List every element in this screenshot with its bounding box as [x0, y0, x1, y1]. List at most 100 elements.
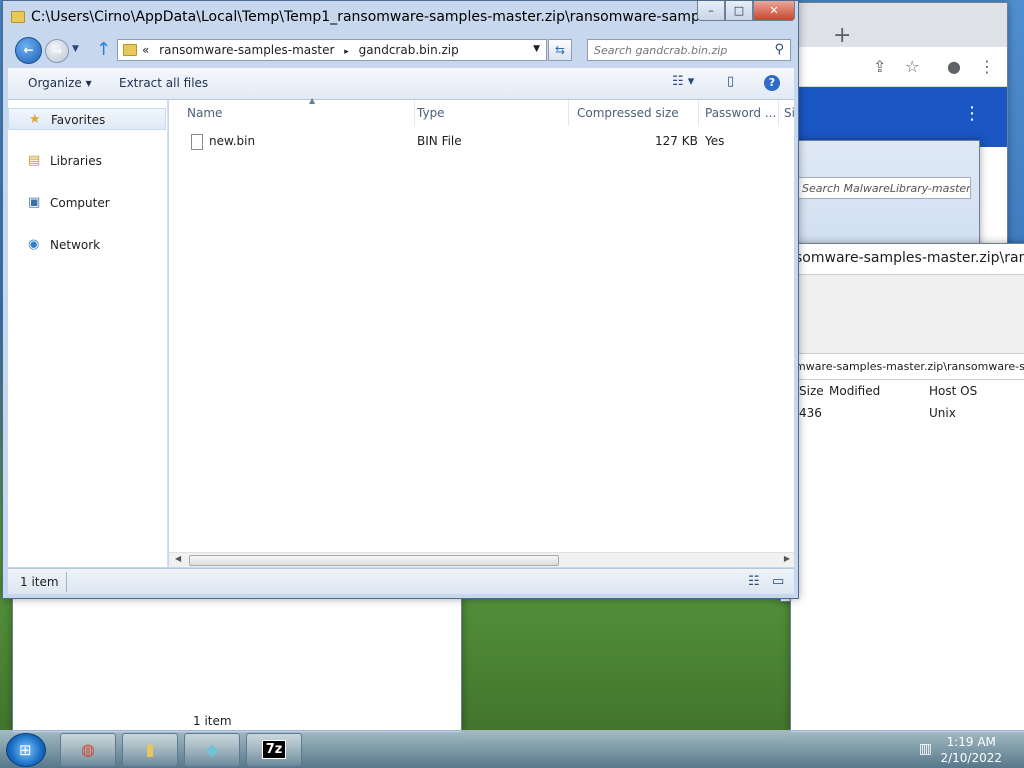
scroll-left-icon[interactable]: ◀ — [175, 554, 181, 563]
network-tray-icon[interactable]: ▥ — [919, 741, 932, 757]
new-tab-icon[interactable]: + — [833, 25, 851, 47]
7zip-icon: 7z — [261, 740, 287, 759]
up-icon[interactable]: ↑ — [96, 39, 111, 60]
preview-pane-icon[interactable]: ▯ — [727, 74, 734, 94]
sidebar-item-label: Network — [50, 238, 101, 252]
search-icon[interactable]: ⚲ — [774, 42, 784, 57]
change-view-icon[interactable]: ☷ ▾ — [672, 74, 694, 94]
file-list: Name ▲ Type Compressed size Password ...… — [169, 96, 794, 567]
breadcrumb: « ransomware-samples-master ▸ gandcrab.b… — [142, 43, 465, 57]
extract-all-button[interactable]: Extract all files — [119, 76, 208, 90]
computer-icon: ▣ — [28, 195, 41, 210]
taskbar-explorer[interactable]: ▮ — [122, 733, 178, 767]
start-button[interactable]: ⊞ — [6, 733, 46, 767]
column-header-password[interactable]: Password ... — [705, 100, 779, 126]
horizontal-scrollbar[interactable]: ◀ ▶ — [169, 552, 794, 567]
breadcrumb-item[interactable]: gandcrab.bin.zip — [359, 43, 459, 57]
file-compressed-size: 127 KB — [655, 134, 698, 148]
chrome-toolbar: ⇪ ☆ ● ⋮ — [781, 47, 1007, 87]
minimize-button[interactable]: – — [697, 1, 725, 21]
sidebar-item-computer[interactable]: ▣ Computer — [8, 192, 166, 214]
close-button[interactable]: ✕ — [753, 1, 795, 21]
clock[interactable]: 1:19 AM 2/10/2022 — [940, 734, 1002, 766]
column-header-name[interactable]: Name ▲ — [187, 96, 415, 126]
bg-toolbar — [791, 207, 967, 235]
network-icon: ◉ — [28, 237, 40, 252]
app-icon: ◆ — [205, 740, 219, 759]
column-header-name-label: Name — [187, 106, 223, 120]
file-password: Yes — [705, 134, 725, 148]
bookmark-star-icon[interactable]: ☆ — [905, 57, 919, 76]
taskbar: ⊞ ◍ ▮ ◆ 7z ▥ 1:19 AM 2/10/2022 — [0, 730, 1024, 768]
share-icon[interactable]: ⇪ — [873, 57, 886, 76]
breadcrumb-separator-icon[interactable]: ▸ — [344, 47, 349, 57]
file-icon — [191, 134, 203, 150]
sidebar-item-libraries[interactable]: ▤ Libraries — [8, 150, 166, 172]
star-icon: ★ — [29, 112, 41, 127]
organize-label: Organize — [28, 76, 82, 90]
libraries-icon: ▤ — [28, 153, 41, 168]
column-header-size[interactable]: Si — [784, 100, 794, 126]
7zip-title: somware-samples-master.zip\rans — [791, 244, 1024, 274]
profile-icon[interactable]: ● — [947, 57, 961, 76]
scrollbar-thumb[interactable] — [189, 555, 559, 566]
status-bar: 1 item ☷ ▭ — [8, 568, 794, 594]
sidebar-item-label: Favorites — [51, 113, 106, 127]
zip-folder-icon — [11, 11, 25, 23]
taskbar-app[interactable]: ◆ — [184, 733, 240, 767]
7zip-row-host-os: Unix — [929, 406, 956, 420]
address-dropdown-icon[interactable]: ▼ — [533, 44, 540, 54]
table-row[interactable]: new.bin BIN File 127 KB Yes — [169, 130, 794, 152]
breadcrumb-item[interactable]: ransomware-samples-master — [159, 43, 334, 57]
refresh-button[interactable]: ⇆ — [548, 39, 572, 61]
recent-pages-dropdown[interactable]: ▼ — [72, 44, 79, 54]
breadcrumb-overflow[interactable]: « — [142, 43, 149, 57]
7zip-row[interactable]: 436 Unix — [791, 402, 1024, 424]
lower-status-count: 1 item — [193, 714, 232, 728]
7zip-col-modified[interactable]: Modified — [829, 384, 880, 398]
7zip-col-size[interactable]: Size — [799, 384, 824, 398]
column-header-compressed-size[interactable]: Compressed size — [577, 100, 699, 126]
taskbar-chrome[interactable]: ◍ — [60, 733, 116, 767]
sidebar-item-network[interactable]: ◉ Network — [8, 234, 166, 256]
sidebar-item-label: Libraries — [50, 154, 102, 168]
chrome-menu-icon[interactable]: ⋮ — [979, 57, 995, 76]
sidebar-item-favorites[interactable]: ★ Favorites — [8, 108, 166, 130]
sidebar-item-label: Computer — [50, 196, 110, 210]
forward-button[interactable]: → — [45, 39, 69, 63]
details-view-icon[interactable]: ☷ — [748, 574, 760, 589]
maximize-button[interactable]: □ — [725, 1, 753, 21]
file-name: new.bin — [209, 134, 256, 148]
folder-icon: ▮ — [145, 740, 155, 759]
chrome-tabstrip: + — [781, 3, 1007, 47]
help-icon[interactable]: ? — [764, 75, 780, 91]
background-lower-explorer: 1 item — [12, 597, 462, 733]
main-explorer-window: C:\Users\Cirno\AppData\Local\Temp\Temp1_… — [2, 0, 799, 599]
organize-button[interactable]: Organize ▾ — [28, 76, 92, 90]
search-input[interactable] — [592, 42, 762, 58]
window-title: C:\Users\Cirno\AppData\Local\Temp\Temp1_… — [31, 9, 734, 25]
command-bar: Organize ▾ Extract all files ☷ ▾ ▯ ? — [8, 68, 794, 100]
search-box[interactable]: ⚲ — [587, 39, 791, 61]
7zip-path[interactable]: mware-samples-master.zip\ransomware-sar — [791, 354, 1024, 380]
background-7zip-window: somware-samples-master.zip\rans mware-sa… — [790, 243, 1024, 733]
7zip-row-size: 436 — [799, 406, 822, 420]
sort-ascending-icon: ▲ — [309, 96, 316, 105]
file-type: BIN File — [417, 134, 462, 148]
back-button[interactable]: ← — [15, 37, 42, 64]
large-icons-view-icon[interactable]: ▭ — [772, 574, 784, 589]
bg-search-input[interactable]: Search MalwareLibrary-master... — [795, 177, 971, 199]
clock-time: 1:19 AM — [946, 735, 996, 749]
navigation-row: ← → ▼ ↑ « ransomware-samples-master ▸ ga… — [3, 35, 798, 65]
7zip-col-host-os[interactable]: Host OS — [929, 384, 977, 398]
address-folder-icon — [123, 44, 137, 56]
scroll-right-icon[interactable]: ▶ — [784, 554, 790, 563]
clock-date: 2/10/2022 — [940, 751, 1002, 765]
column-header-type[interactable]: Type — [417, 100, 569, 126]
address-bar[interactable]: « ransomware-samples-master ▸ gandcrab.b… — [117, 39, 547, 61]
windows-logo-icon: ⊞ — [19, 741, 32, 759]
item-count: 1 item — [20, 575, 59, 589]
taskbar-7zip[interactable]: 7z — [246, 733, 302, 767]
page-menu-icon[interactable]: ⋮ — [963, 103, 981, 124]
title-bar[interactable]: C:\Users\Cirno\AppData\Local\Temp\Temp1_… — [3, 1, 798, 35]
